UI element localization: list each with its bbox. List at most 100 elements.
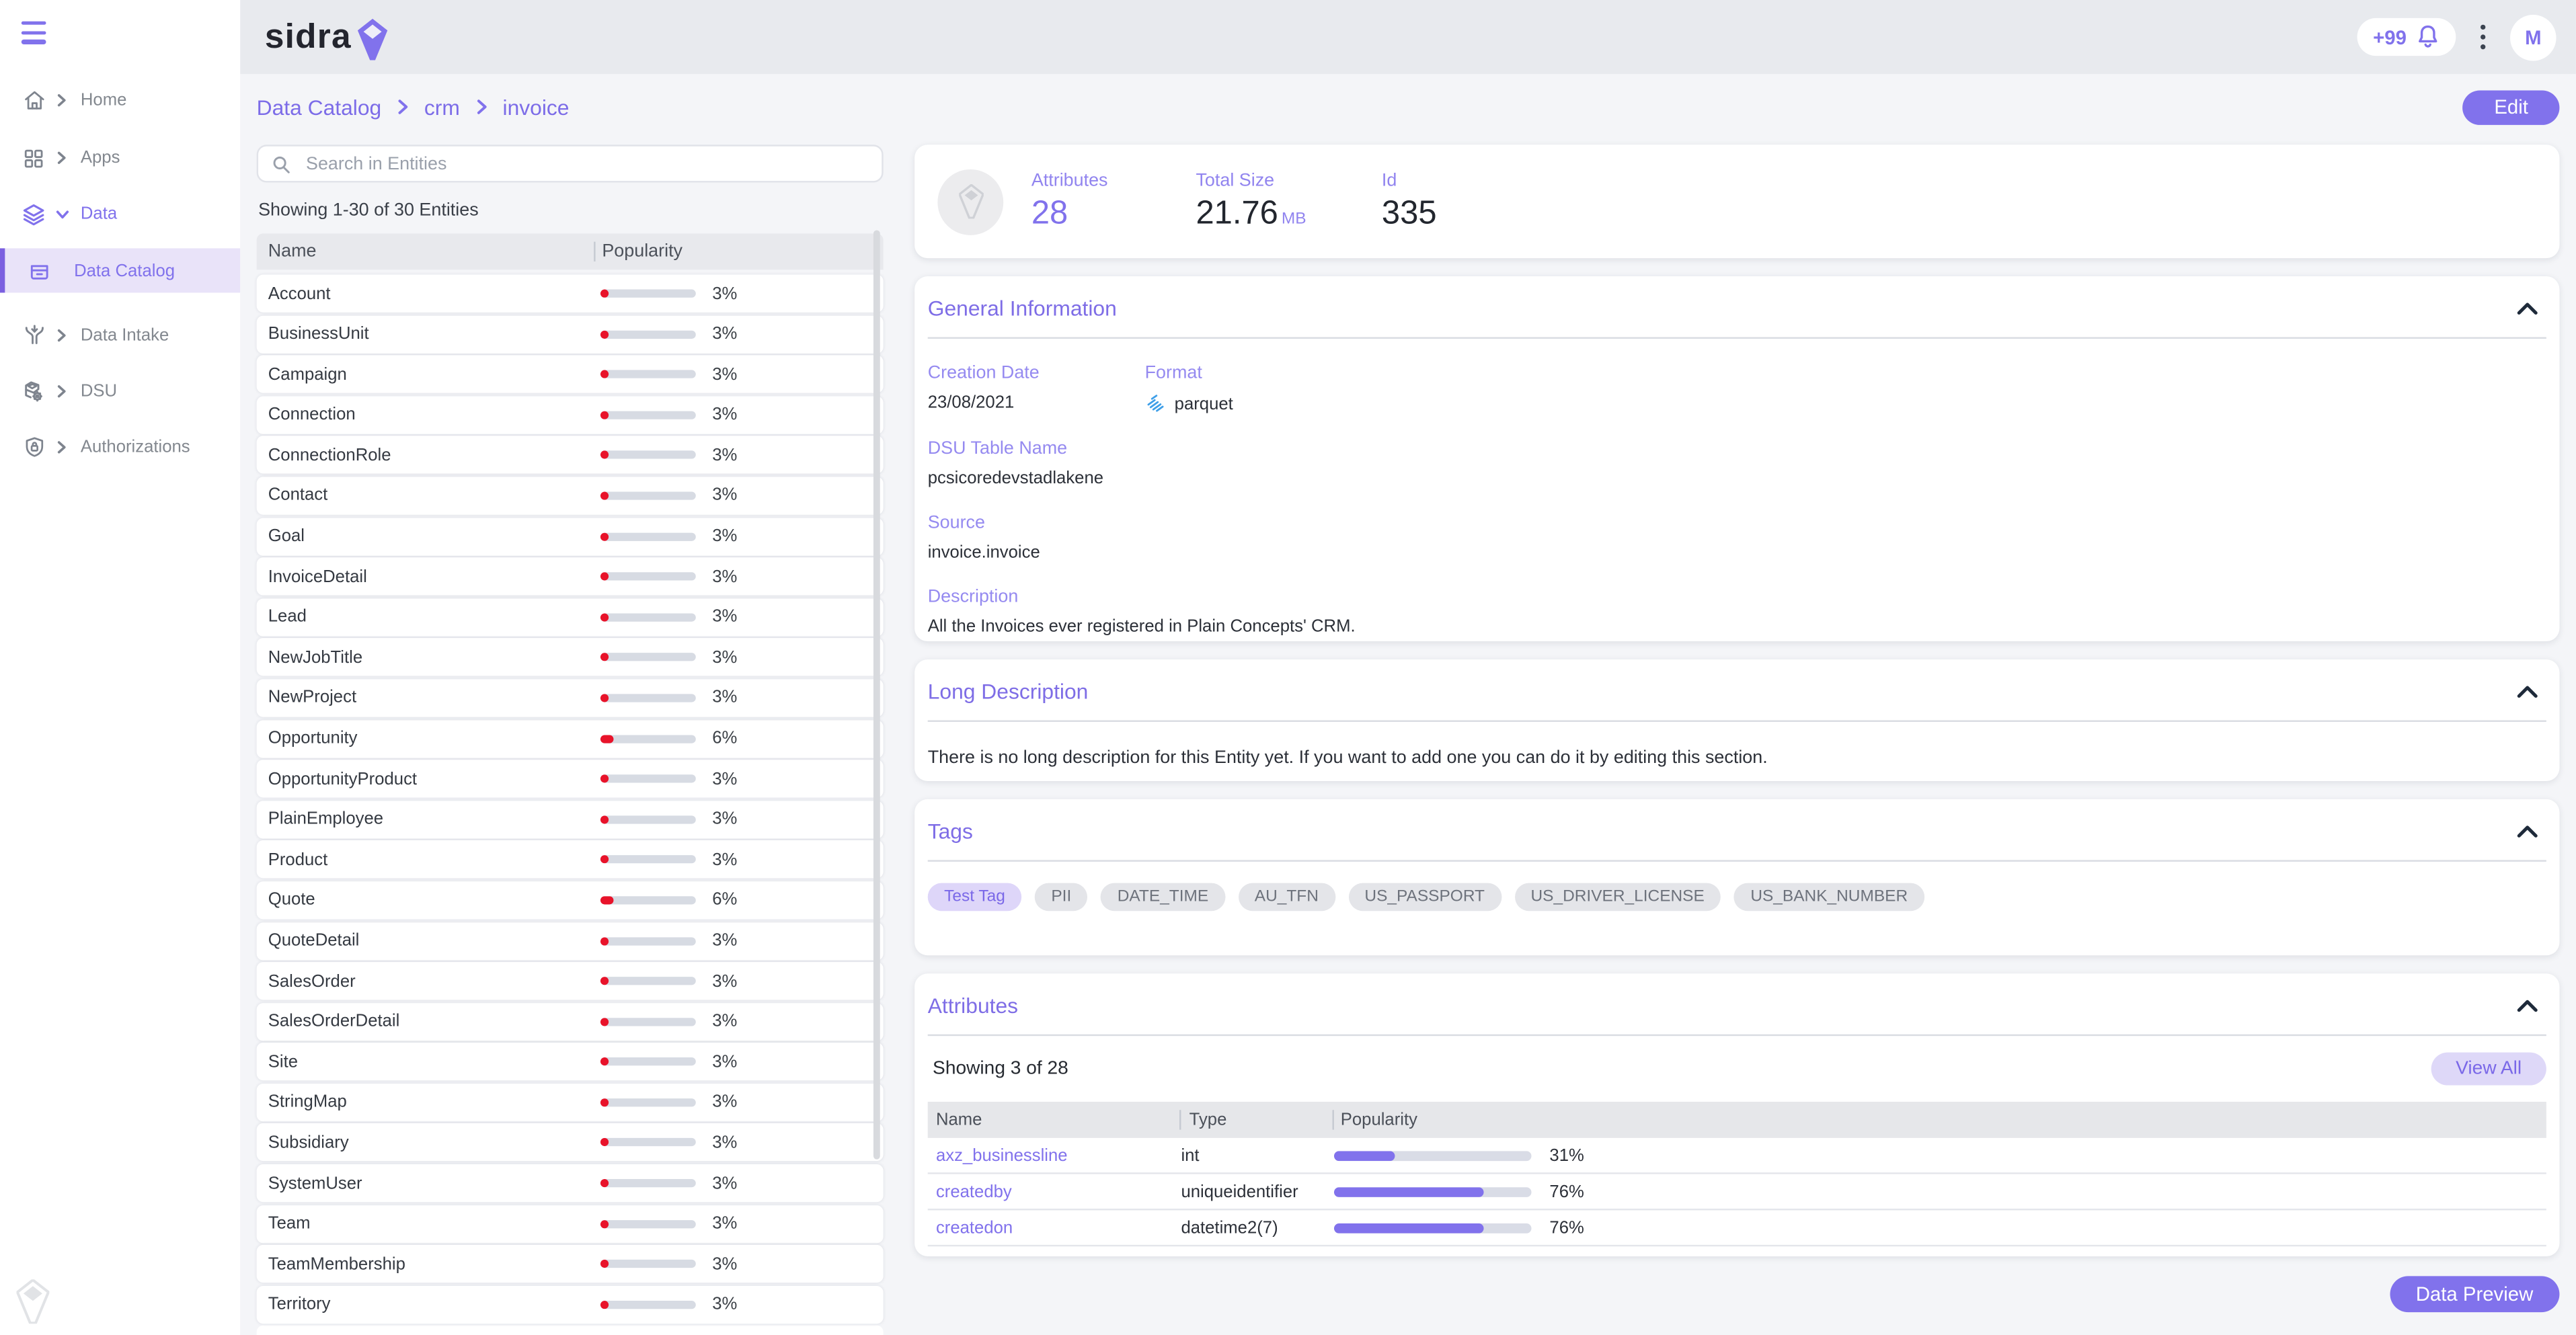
field-label: Format [1145, 364, 1233, 383]
entity-name: TeamMembership [257, 1254, 600, 1274]
collapse-chevron-up-icon[interactable] [2517, 998, 2538, 1013]
long-description-section: Long Description There is no long descri… [914, 659, 2559, 781]
sidebar-item-dsu[interactable]: DSU [0, 370, 240, 413]
entity-row[interactable]: Team 3% [257, 1205, 884, 1242]
popularity-bar [1334, 1223, 1532, 1233]
entity-row[interactable]: Account 3% [257, 275, 884, 313]
entity-row[interactable]: Subsidiary 3% [257, 1124, 884, 1162]
entity-row[interactable]: BusinessUnit 3% [257, 315, 884, 353]
entity-row[interactable]: PlainEmployee 3% [257, 801, 884, 838]
sidebar-item-label: Home [81, 91, 127, 110]
sidebar-item-data-catalog[interactable]: Data Catalog [0, 248, 240, 292]
attributes-table-header: Name Type Popularity [928, 1102, 2546, 1138]
entity-row[interactable]: NewJobTitle 3% [257, 639, 884, 676]
breadcrumb-crm[interactable]: crm [424, 95, 460, 120]
collapse-chevron-up-icon[interactable] [2517, 824, 2538, 839]
popularity-bar [600, 1301, 696, 1309]
entity-row-partial[interactable] [257, 1326, 884, 1335]
field-label: Description [928, 587, 2546, 606]
sidebar-item-data[interactable]: Data [0, 192, 240, 235]
collapse-chevron-up-icon[interactable] [2517, 684, 2538, 699]
entities-table-header: Name Popularity [257, 233, 884, 270]
entity-name: Territory [257, 1295, 600, 1314]
notifications-button[interactable]: +99 [2357, 18, 2456, 56]
entity-row[interactable]: ConnectionRole 3% [257, 436, 884, 474]
sidebar-item-data-intake[interactable]: Data Intake [0, 314, 240, 357]
section-header: Tags [928, 799, 2546, 844]
sidebar-item-home[interactable]: Home [0, 79, 240, 122]
popularity-value: 3% [712, 1092, 737, 1112]
entity-row[interactable]: Contact 3% [257, 477, 884, 514]
entity-row[interactable]: QuoteDetail 3% [257, 922, 884, 959]
entity-row[interactable]: Goal 3% [257, 518, 884, 555]
popularity-value: 3% [712, 486, 737, 505]
entity-row[interactable]: Product 3% [257, 841, 884, 879]
attributes-section: Attributes Showing 3 of 28 View All Name… [914, 973, 2559, 1256]
entity-name: Opportunity [257, 729, 600, 748]
parquet-icon [1145, 393, 1167, 415]
entity-row[interactable]: InvoiceDetail 3% [257, 558, 884, 596]
tag-chip: US_BANK_NUMBER [1734, 883, 1924, 912]
breadcrumb-data-catalog[interactable]: Data Catalog [257, 95, 382, 120]
section-header: General Information [928, 276, 2546, 321]
entity-row[interactable]: TeamMembership 3% [257, 1245, 884, 1283]
popularity-bar [600, 491, 696, 499]
attribute-name-link[interactable]: createdon [928, 1217, 1181, 1237]
attribute-name-link[interactable]: createdby [928, 1182, 1181, 1201]
popularity-bar [1334, 1150, 1532, 1160]
field-value: invoice.invoice [928, 542, 2546, 562]
popularity-bar [600, 1017, 696, 1025]
search-input[interactable] [303, 152, 869, 175]
popularity-bar [600, 370, 696, 378]
entity-row[interactable]: StringMap 3% [257, 1084, 884, 1121]
field-value: All the Invoices ever registered in Plai… [928, 616, 2546, 636]
collapse-chevron-up-icon[interactable] [2517, 301, 2538, 316]
user-avatar[interactable]: M [2510, 14, 2556, 60]
chevron-right-icon [56, 93, 69, 107]
entity-row[interactable]: OpportunityProduct 3% [257, 760, 884, 797]
popularity-value: 3% [712, 850, 737, 869]
entity-row[interactable]: SalesOrderDetail 3% [257, 1002, 884, 1040]
view-all-button[interactable]: View All [2431, 1053, 2546, 1086]
entity-row[interactable]: Lead 3% [257, 598, 884, 636]
footer-actions: Data Preview [914, 1276, 2559, 1312]
entity-detail-panel: Attributes 28 Total Size 21.76MB Id 335 … [914, 145, 2559, 1312]
popularity-value: 3% [712, 607, 737, 626]
entity-row[interactable]: Connection 3% [257, 396, 884, 434]
attribute-row: createdby uniqueidentifier 76% [928, 1174, 2546, 1211]
entity-row[interactable]: SystemUser 3% [257, 1164, 884, 1202]
hamburger-menu-icon[interactable] [22, 22, 46, 49]
entity-row[interactable]: Territory 3% [257, 1286, 884, 1324]
catalog-icon [26, 258, 51, 283]
stat-label: Id [1382, 170, 1437, 190]
popularity-bar [600, 1179, 696, 1187]
entity-row[interactable]: Campaign 3% [257, 356, 884, 393]
popularity-bar [600, 896, 696, 904]
sidebar-item-authorizations[interactable]: Authorizations [0, 426, 240, 469]
tag-chip: Test Tag [928, 883, 1022, 912]
field-label: Creation Date [928, 364, 1145, 383]
breadcrumb-invoice: invoice [502, 95, 569, 120]
entity-row[interactable]: Opportunity 6% [257, 719, 884, 757]
popularity-bar [600, 1139, 696, 1147]
tags-section: Tags Test Tag PII DATE_TIME AU_TFN US_PA… [914, 799, 2559, 955]
entity-name: BusinessUnit [257, 324, 600, 343]
top-bar: sidra +99 M [240, 0, 2576, 74]
entity-row[interactable]: NewProject 3% [257, 679, 884, 717]
edit-button[interactable]: Edit [2463, 89, 2560, 124]
size-unit: MB [1282, 210, 1306, 228]
entities-scrollbar[interactable] [873, 230, 880, 1159]
data-preview-button[interactable]: Data Preview [2390, 1276, 2560, 1312]
breadcrumb: Data Catalog crm invoice Edit [257, 85, 2560, 128]
entity-row[interactable]: Site 3% [257, 1043, 884, 1081]
entity-row[interactable]: Quote 6% [257, 881, 884, 919]
search-icon [272, 154, 291, 173]
entity-name: Site [257, 1052, 600, 1071]
more-options-button[interactable] [2477, 22, 2489, 52]
sidebar-item-label: Apps [81, 148, 120, 167]
popularity-bar [600, 451, 696, 459]
topbar-controls: +99 M [2357, 14, 2557, 60]
entity-row[interactable]: SalesOrder 3% [257, 962, 884, 1000]
sidebar-item-apps[interactable]: Apps [0, 136, 240, 179]
attribute-name-link[interactable]: axz_businessline [928, 1145, 1181, 1165]
